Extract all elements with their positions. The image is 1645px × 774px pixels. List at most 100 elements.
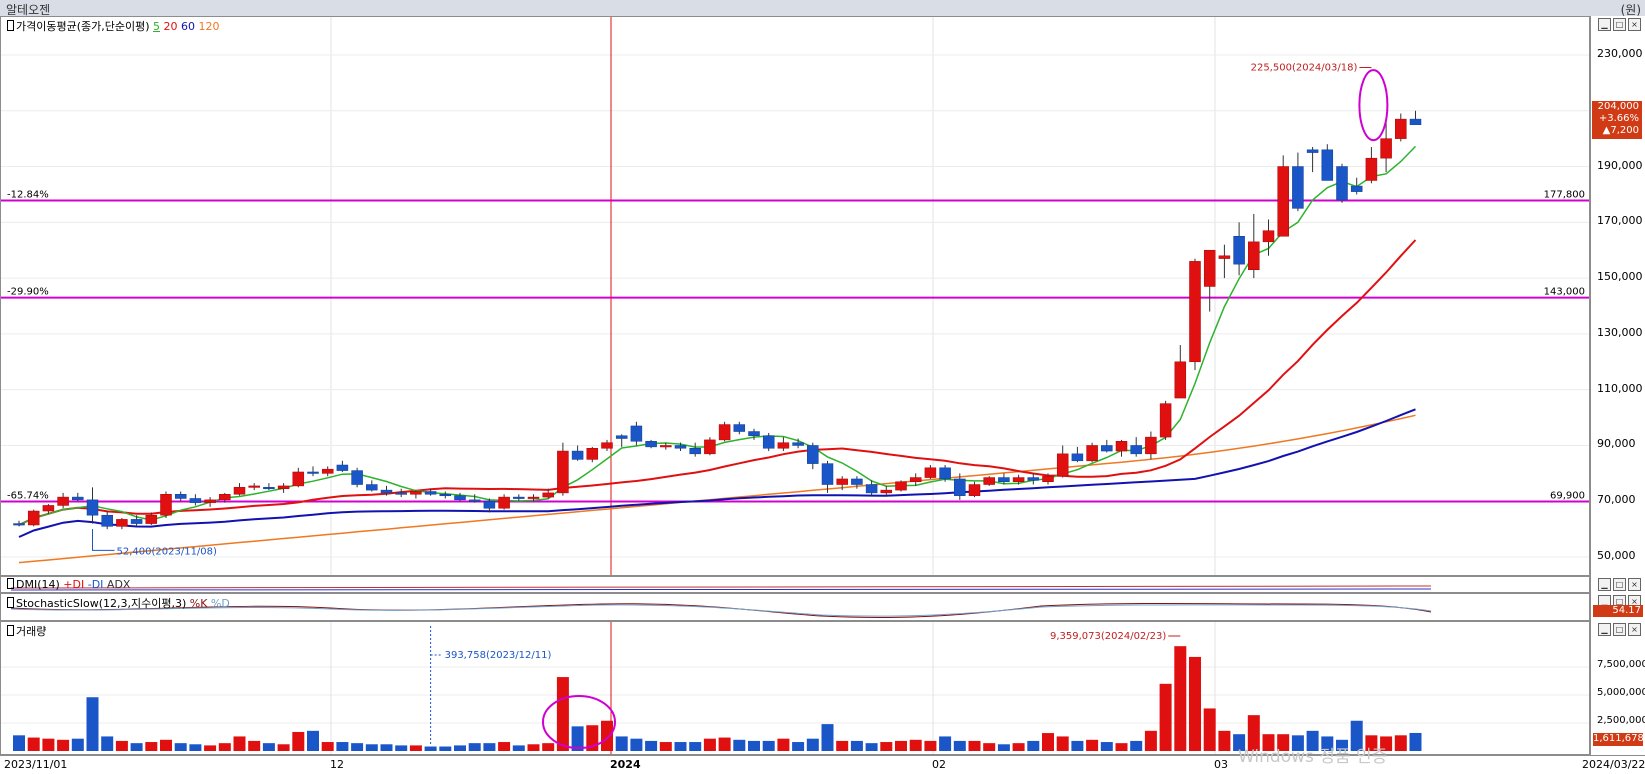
volume-bar xyxy=(1203,708,1216,751)
volume-bar xyxy=(380,744,393,751)
volume-bar xyxy=(762,740,775,751)
pane-toggle-icon[interactable] xyxy=(7,625,14,636)
close-icon[interactable]: × xyxy=(1628,578,1641,591)
x-tick-03: 03 xyxy=(1214,758,1228,771)
min-price-annotation: 52,400(2023/11/08) xyxy=(117,546,218,557)
volume-bar xyxy=(1042,733,1054,751)
candle-body xyxy=(762,435,775,449)
close-icon[interactable]: × xyxy=(1628,623,1641,636)
volume-bar xyxy=(233,736,246,751)
minimize-icon[interactable]: ▁ xyxy=(1598,18,1611,31)
x-tick-start: 2023/11/01 xyxy=(4,758,68,771)
volume-bar xyxy=(262,743,275,751)
stochastic-pane[interactable]: StochasticSlow(12,3,지수이평,3) %K %D xyxy=(0,593,1590,621)
volume-bar xyxy=(806,738,819,751)
hline-pct-label: -12.84% xyxy=(7,190,49,201)
hline-pct-label: -65.74% xyxy=(7,491,49,502)
volume-bar xyxy=(895,740,907,751)
close-icon[interactable]: × xyxy=(1628,18,1641,31)
minimize-icon[interactable]: ▁ xyxy=(1598,623,1611,636)
candle-body xyxy=(204,499,216,503)
volume-bar xyxy=(689,742,702,751)
min-price-pointer xyxy=(92,529,115,551)
dmi-name: DMI(14) xyxy=(16,578,60,591)
candle-body xyxy=(1056,453,1069,477)
volume-bar xyxy=(409,745,422,751)
dmi-label: DMI(14) +DI -DI ADX xyxy=(7,578,130,591)
volume-bar xyxy=(218,743,231,751)
dmi-axis: ▁ □ × xyxy=(1590,576,1645,593)
volume-bar xyxy=(145,742,158,751)
candle-body xyxy=(1277,166,1289,237)
maximize-icon[interactable]: □ xyxy=(1613,623,1626,636)
candle-body xyxy=(366,484,378,491)
maximize-icon[interactable]: □ xyxy=(1613,18,1626,31)
volume-bar xyxy=(42,738,55,751)
dmi-pane[interactable]: DMI(14) +DI -DI ADX xyxy=(0,576,1590,593)
price-pane[interactable]: -12.84% 177,800 -29.90% 143,000 -65.74% 69,90… xyxy=(0,16,1590,576)
volume-bar xyxy=(527,744,540,751)
candle-body xyxy=(601,442,613,449)
candle-body xyxy=(895,481,907,491)
candle-body xyxy=(615,435,628,439)
candle-body xyxy=(1409,118,1422,125)
volume-bar xyxy=(909,739,922,751)
candle-body xyxy=(27,510,40,526)
volume-bar xyxy=(748,740,760,751)
volume-bar xyxy=(777,738,790,751)
volume-label: 거래량 xyxy=(7,623,46,639)
volume-bar xyxy=(1159,683,1172,751)
price-pane-label: 가격이동평균(종가,단순이평) 5 20 60 120 xyxy=(7,18,220,34)
stochastic-svg xyxy=(10,603,1432,619)
candle-body xyxy=(292,471,305,487)
candle-body xyxy=(336,464,349,471)
volume-bar xyxy=(1409,732,1422,751)
candle-body xyxy=(865,484,878,494)
maximize-icon[interactable]: □ xyxy=(1613,578,1626,591)
minimize-icon[interactable]: ▁ xyxy=(1598,578,1611,591)
vol-max-annotation: 9,359,073(2024/02/23) xyxy=(1050,631,1166,642)
pane-toggle-icon[interactable] xyxy=(7,578,14,589)
ma20-legend: 20 xyxy=(163,20,178,33)
candle-body xyxy=(351,470,363,485)
stoch-value: 54.17 xyxy=(1593,605,1643,617)
volume-bar xyxy=(968,740,981,751)
volume-bar xyxy=(86,697,99,751)
candle-body xyxy=(116,519,128,527)
volume-bar xyxy=(880,742,893,751)
candle-body xyxy=(233,487,246,495)
volume-bar xyxy=(630,738,643,751)
price-chart-svg: -12.84% 177,800 -29.90% 143,000 -65.74% 69,90… xyxy=(1,17,1589,575)
candle-body xyxy=(483,501,496,509)
mdi-legend: -DI xyxy=(87,578,104,591)
hline-price-label: 69,900 xyxy=(1550,491,1585,502)
volume-bar xyxy=(248,740,261,751)
candle-body xyxy=(630,425,643,442)
y-tick-label: 90,000 xyxy=(1597,437,1636,451)
volume-bar xyxy=(953,740,966,751)
volume-bar xyxy=(454,745,466,751)
pane-toggle-icon[interactable] xyxy=(7,597,14,608)
volume-bar xyxy=(512,745,525,751)
volume-bar xyxy=(1394,735,1407,751)
candle-body xyxy=(1071,453,1084,462)
volume-pane[interactable]: 393,758(2023/12/11) 9,359,073(2024/02/23)… xyxy=(0,621,1590,755)
ma-indicator-name: 가격이동평균(종가,단순이평) xyxy=(16,20,150,33)
last-price: 204,000 xyxy=(1597,101,1639,112)
pane-toggle-icon[interactable] xyxy=(7,20,14,31)
candle-body xyxy=(748,431,760,436)
candle-body xyxy=(439,494,452,497)
candle-body xyxy=(674,445,687,449)
volume-bar xyxy=(983,743,996,751)
volume-bar xyxy=(821,724,834,751)
x-axis[interactable]: 2023/11/01 12 2024 02 03 2024/03/22 xyxy=(0,755,1645,774)
volume-bar xyxy=(939,736,952,751)
candle-body xyxy=(72,496,84,501)
volume-bar xyxy=(13,735,25,751)
candle-body xyxy=(851,478,863,485)
price-y-axis[interactable]: ▁□× 230,000210,000190,000170,000150,0001… xyxy=(1590,16,1645,576)
stoch-axis: ▁ □ × 54.17 xyxy=(1590,593,1645,621)
volume-bar xyxy=(292,731,305,751)
ma60-line xyxy=(18,408,1416,538)
candle-body xyxy=(645,441,657,448)
